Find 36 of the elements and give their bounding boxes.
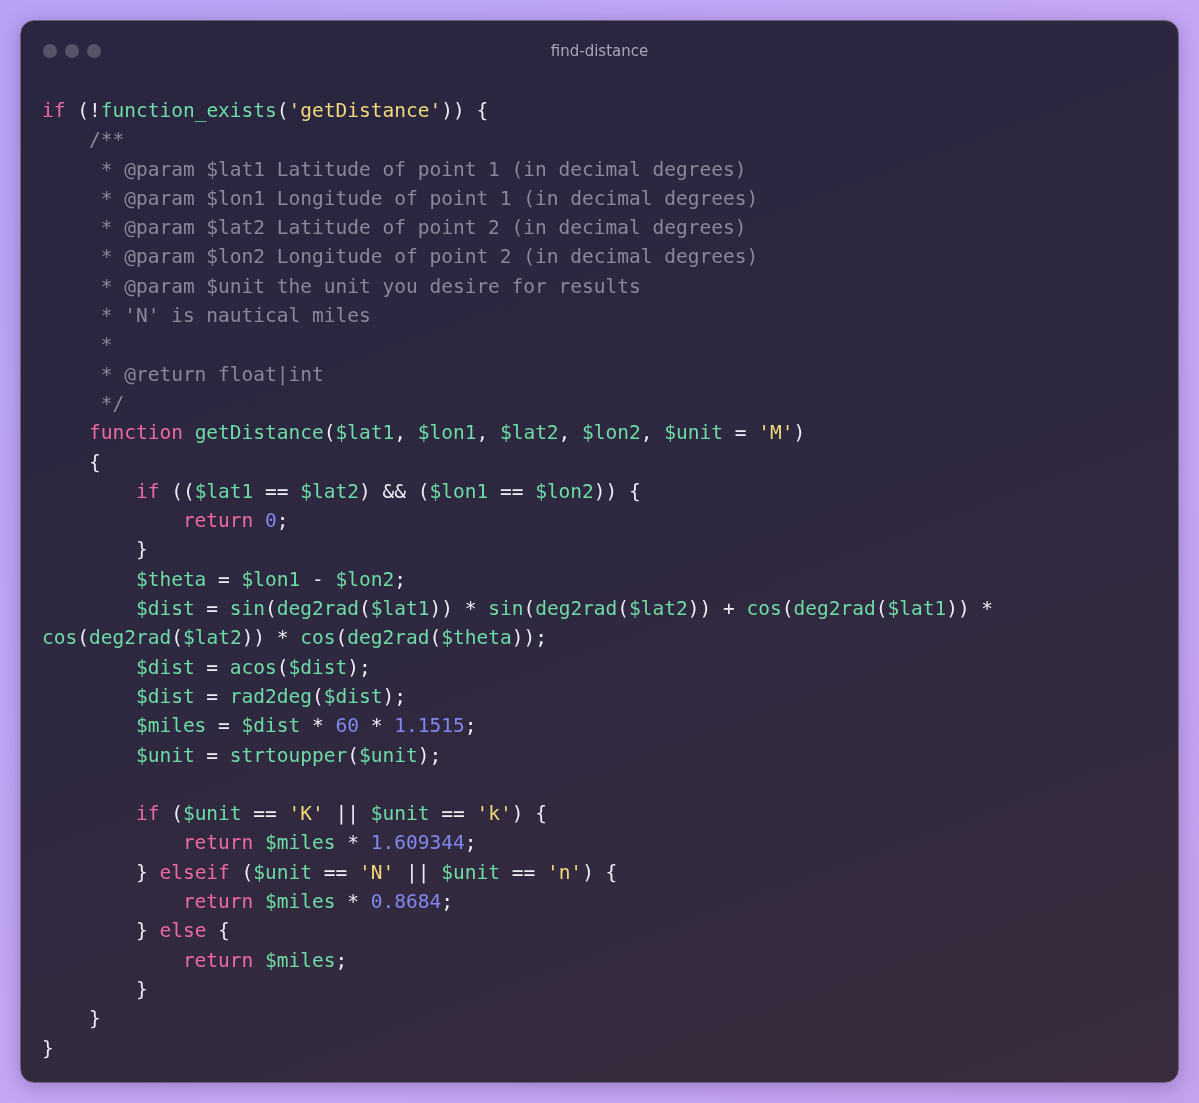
code-line: * @param $lat1 Latitude of point 1 (in decimal degrees) <box>99 156 747 183</box>
code-line: */ <box>99 390 125 417</box>
code-line: } <box>134 976 148 1003</box>
window-control-icon[interactable] <box>43 44 57 58</box>
code-line: * @param $lon2 Longitude of point 2 (in decimal degrees) <box>99 244 759 271</box>
code-line: if ($unit == 'K' || $unit == 'k') { <box>134 801 547 828</box>
code-line: * @return float|int <box>99 361 324 388</box>
code-line: $dist = acos($dist); <box>134 654 371 681</box>
code-line: * <box>99 332 113 359</box>
code-line: if (!function_exists('getDistance')) { <box>42 98 489 124</box>
code-line: * @param $unit the unit you desire for results <box>99 273 641 300</box>
code-line: if (($lat1 == $lat2) && ($lon1 == $lon2)) { <box>134 478 641 505</box>
code-line: } <box>134 537 148 564</box>
code-line: $dist = rad2deg($dist); <box>134 683 406 710</box>
window-control-icon[interactable] <box>65 44 79 58</box>
window-title: find-distance <box>550 42 649 60</box>
code-line: } else { <box>134 918 230 945</box>
code-line: { <box>87 449 101 476</box>
code-line: * @param $lat2 Latitude of point 2 (in decimal degrees) <box>99 215 747 242</box>
window-control-icon[interactable] <box>87 44 101 58</box>
code-line: $dist = sin(deg2rad($lat1)) * sin(deg2rad($lat2)) + cos(deg2rad($lat1)) * <box>134 596 994 623</box>
code-line: cos(deg2rad($lat2)) * cos(deg2rad($theta)); <box>42 625 547 652</box>
code-line: return $miles; <box>181 947 348 974</box>
code-line: /** <box>87 127 125 154</box>
code-line: $unit = strtoupper($unit); <box>134 742 442 769</box>
code-line: return $miles * 1.609344; <box>181 830 477 857</box>
code-line: } <box>42 1035 54 1062</box>
code-line: return $miles * 0.8684; <box>181 889 453 915</box>
code-line: * @param $lon1 Longitude of point 1 (in decimal degrees) <box>99 185 759 212</box>
code-line: } elseif ($unit == 'N' || $unit == 'n') { <box>134 859 618 886</box>
code-line: function getDistance($lat1, $lon1, $lat2, $lon2, $unit = 'M') <box>87 420 806 447</box>
code-line: } <box>87 1006 101 1033</box>
code-line: $theta = $lon1 - $lon2; <box>134 566 406 593</box>
code-line: return 0; <box>181 508 289 535</box>
code-line: * 'N' is nautical miles <box>99 303 371 330</box>
code-line: $miles = $dist * 60 * 1.1515; <box>134 713 477 740</box>
